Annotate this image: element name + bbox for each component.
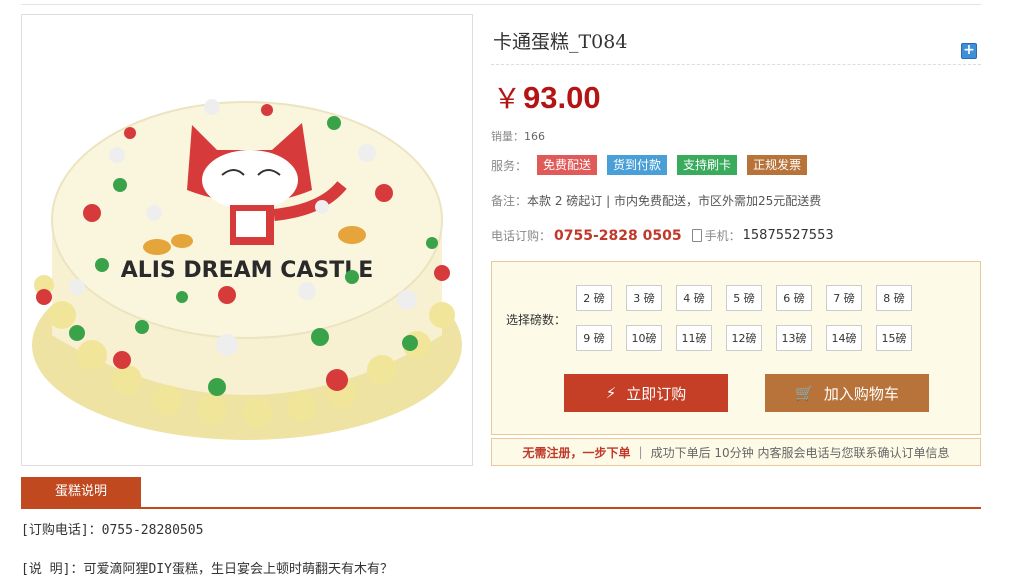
description-tab-bar: 蛋糕说明	[21, 477, 981, 509]
top-divider	[21, 4, 981, 5]
price-value: 93.00	[523, 80, 601, 115]
tab-cake-description[interactable]: 蛋糕说明	[21, 477, 141, 507]
pound-option[interactable]: 11磅	[676, 325, 712, 351]
sales-value: 166	[524, 130, 545, 143]
phone-number: 0755-2828 0505	[554, 227, 682, 244]
buy-now-label: 立即订购	[626, 384, 687, 403]
mobile-number: 15875527553	[742, 228, 834, 243]
pound-option[interactable]: 7 磅	[826, 285, 862, 311]
cake-illustration: ALIS DREAM CASTLE	[32, 99, 462, 440]
phone-label: 电话订购：	[491, 229, 552, 243]
pound-select-label: 选择磅数：	[506, 313, 567, 327]
note-row: 备注：本款 2 磅起订 | 市内免费配送，市区外需加25元配送费	[491, 192, 821, 209]
tag-cash-on-delivery: 货到付款	[607, 155, 668, 175]
currency-symbol: ￥	[493, 83, 522, 114]
tag-invoice: 正规发票	[747, 155, 808, 175]
sales-count: 销量：166	[491, 128, 545, 144]
expand-plus-icon[interactable]: +	[961, 43, 977, 59]
tag-free-delivery: 免费配送	[537, 155, 598, 175]
register-info: 成功下单后 10分钟 内客服会电话与您联系确认订单信息	[650, 445, 950, 460]
pound-option[interactable]: 5 磅	[726, 285, 762, 311]
buy-now-button[interactable]: ⚡ 立即订购	[564, 374, 728, 412]
title-divider	[491, 64, 981, 65]
pound-option[interactable]: 8 磅	[876, 285, 912, 311]
description-line: [说 明]：可爱滴阿狸DIY蛋糕，生日宴会上顿时萌翻天有木有？	[21, 562, 393, 577]
pound-option[interactable]: 2 磅	[576, 285, 612, 311]
sales-label: 销量：	[491, 130, 524, 143]
pound-option[interactable]: 10磅	[626, 325, 662, 351]
mobile-phone-icon	[691, 229, 702, 242]
order-phone-line: [订购电话]：0755-28280505	[21, 523, 204, 538]
lightning-icon: ⚡	[605, 384, 617, 402]
pound-option[interactable]: 6 磅	[776, 285, 812, 311]
add-to-cart-button[interactable]: 🛒 加入购物车	[765, 374, 929, 412]
pound-option[interactable]: 9 磅	[576, 325, 612, 351]
note-text: 本款 2 磅起订 | 市内免费配送，市区外需加25元配送费	[527, 194, 822, 208]
pound-option[interactable]: 4 磅	[676, 285, 712, 311]
pound-option[interactable]: 15磅	[876, 325, 912, 351]
phone-row: 电话订购： 0755-2828 0505 手机： 15875527553	[491, 227, 834, 244]
pound-option[interactable]: 3 磅	[626, 285, 662, 311]
purchase-box: 选择磅数： 2 磅 3 磅 4 磅 5 磅 6 磅 7 磅 8 磅 9 磅 10…	[491, 261, 981, 435]
cart-icon: 🛒	[795, 384, 814, 402]
no-register-highlight: 无需注册，一步下单	[522, 445, 631, 460]
add-to-cart-label: 加入购物车	[823, 384, 899, 403]
pound-option[interactable]: 12磅	[726, 325, 762, 351]
product-image[interactable]: ALIS DREAM CASTLE	[21, 14, 473, 466]
service-label: 服务：	[491, 158, 528, 173]
product-title: 卡通蛋糕_T084	[493, 31, 628, 53]
pound-option[interactable]: 13磅	[776, 325, 812, 351]
mobile-label: 手机：	[704, 229, 741, 243]
pound-option[interactable]: 14磅	[826, 325, 862, 351]
service-row: 服务： 免费配送 货到付款 支持刷卡 正规发票	[491, 155, 808, 175]
cake-writing: ALIS DREAM CASTLE	[121, 258, 374, 283]
product-price: ￥93.00	[493, 77, 601, 117]
register-separator: |	[638, 445, 643, 459]
note-label: 备注：	[491, 194, 528, 208]
tag-card-payment: 支持刷卡	[677, 155, 738, 175]
no-register-bar: 无需注册，一步下单 | 成功下单后 10分钟 内客服会电话与您联系确认订单信息	[491, 438, 981, 466]
